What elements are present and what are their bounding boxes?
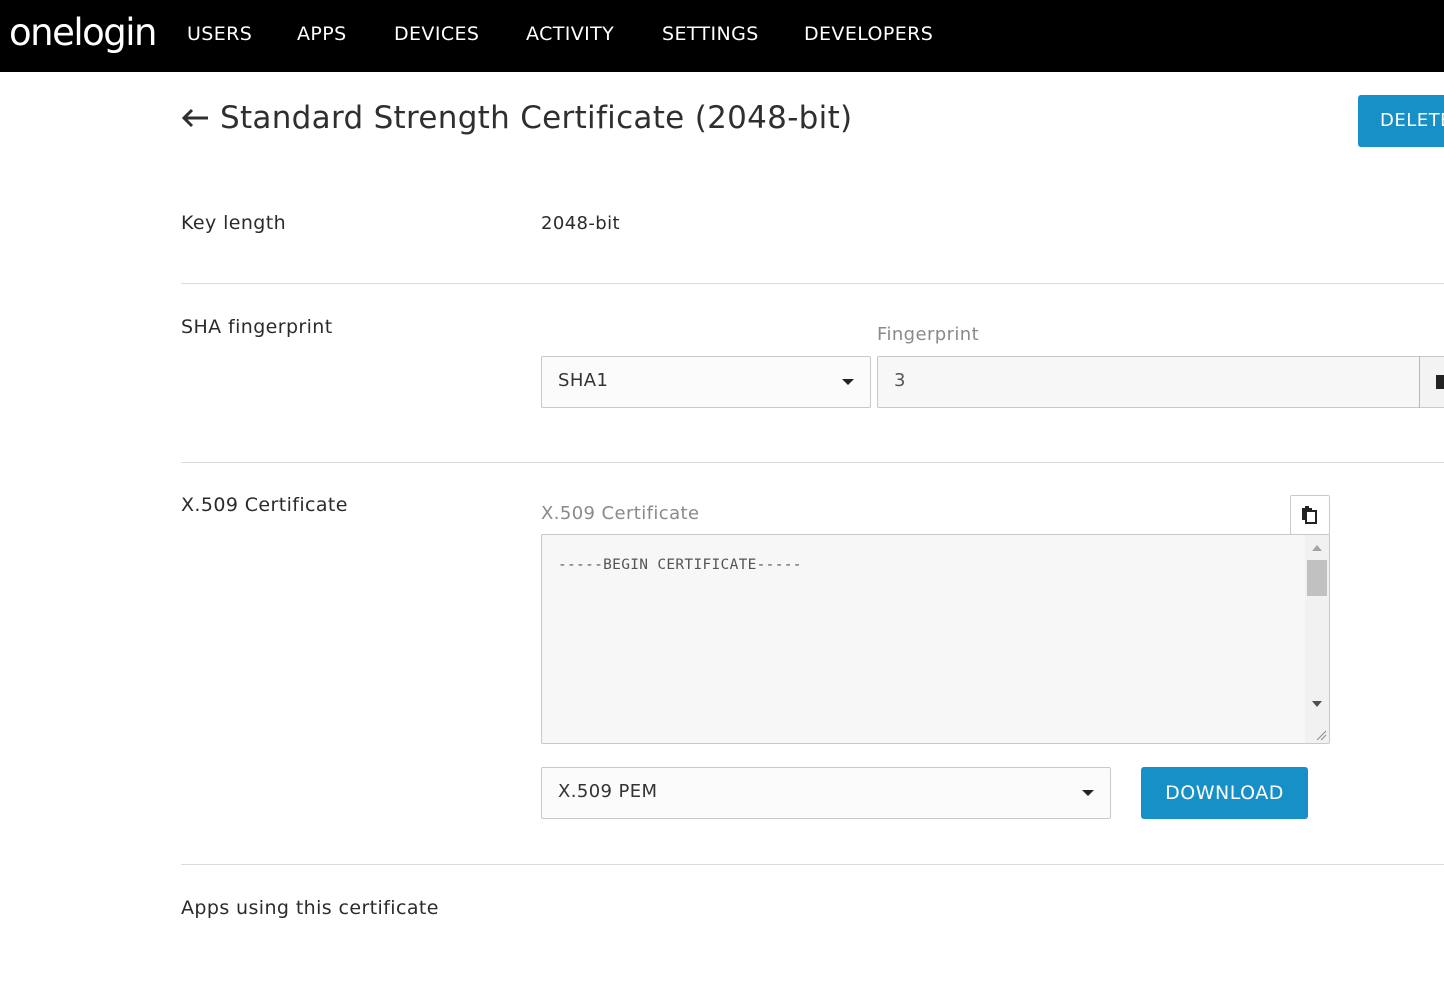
scroll-down-arrow-icon[interactable] xyxy=(1312,701,1322,707)
nav-devices[interactable]: DEVICES xyxy=(394,22,479,46)
x509-certificate-textarea[interactable]: -----BEGIN CERTIFICATE----- xyxy=(541,534,1330,744)
x509-certificate-label: X.509 Certificate xyxy=(181,494,348,516)
fingerprint-label: Fingerprint xyxy=(877,324,980,345)
nav-developers[interactable]: DEVELOPERS xyxy=(804,22,933,46)
clipboard-icon xyxy=(1436,375,1444,389)
top-nav-bar: onelogin USERS APPS DEVICES ACTIVITY SET… xyxy=(0,0,1444,72)
download-button[interactable]: DOWNLOAD xyxy=(1141,767,1308,819)
fingerprint-copy-button[interactable] xyxy=(1419,356,1444,408)
fingerprint-field[interactable]: 3 xyxy=(877,356,1420,408)
nav-apps[interactable]: APPS xyxy=(297,22,347,46)
nav-settings[interactable]: SETTINGS xyxy=(662,22,759,46)
nav-activity[interactable]: ACTIVITY xyxy=(526,22,614,46)
onelogin-logo[interactable]: onelogin xyxy=(9,10,157,56)
textarea-scrollbar[interactable] xyxy=(1305,535,1329,743)
divider xyxy=(181,462,1444,463)
key-length-label: Key length xyxy=(181,212,287,234)
chevron-down-icon xyxy=(1082,790,1094,796)
sha-fingerprint-label: SHA fingerprint xyxy=(181,316,333,338)
copy-certificate-button[interactable] xyxy=(1290,495,1330,535)
sha-algorithm-value: SHA1 xyxy=(558,370,609,391)
divider xyxy=(181,283,1444,284)
chevron-down-icon xyxy=(842,379,854,385)
certificate-format-value: X.509 PEM xyxy=(558,781,658,802)
back-arrow-icon[interactable] xyxy=(181,104,209,132)
nav-users[interactable]: USERS xyxy=(187,22,252,46)
apps-using-certificate-label: Apps using this certificate xyxy=(181,897,439,919)
resize-grip-icon[interactable] xyxy=(1315,729,1327,741)
divider xyxy=(181,864,1444,865)
scroll-up-arrow-icon[interactable] xyxy=(1312,545,1322,551)
x509-field-label: X.509 Certificate xyxy=(541,503,700,524)
page-title: Standard Strength Certificate (2048-bit) xyxy=(220,100,853,136)
certificate-format-select[interactable]: X.509 PEM xyxy=(541,767,1111,819)
delete-button[interactable]: DELETE xyxy=(1358,95,1444,147)
key-length-value: 2048-bit xyxy=(541,213,620,234)
certificate-text: -----BEGIN CERTIFICATE----- xyxy=(558,557,802,573)
scroll-thumb[interactable] xyxy=(1307,560,1327,596)
clipboard-icon xyxy=(1302,506,1317,524)
fingerprint-value: 3 xyxy=(894,370,906,391)
sha-algorithm-select[interactable]: SHA1 xyxy=(541,356,871,408)
